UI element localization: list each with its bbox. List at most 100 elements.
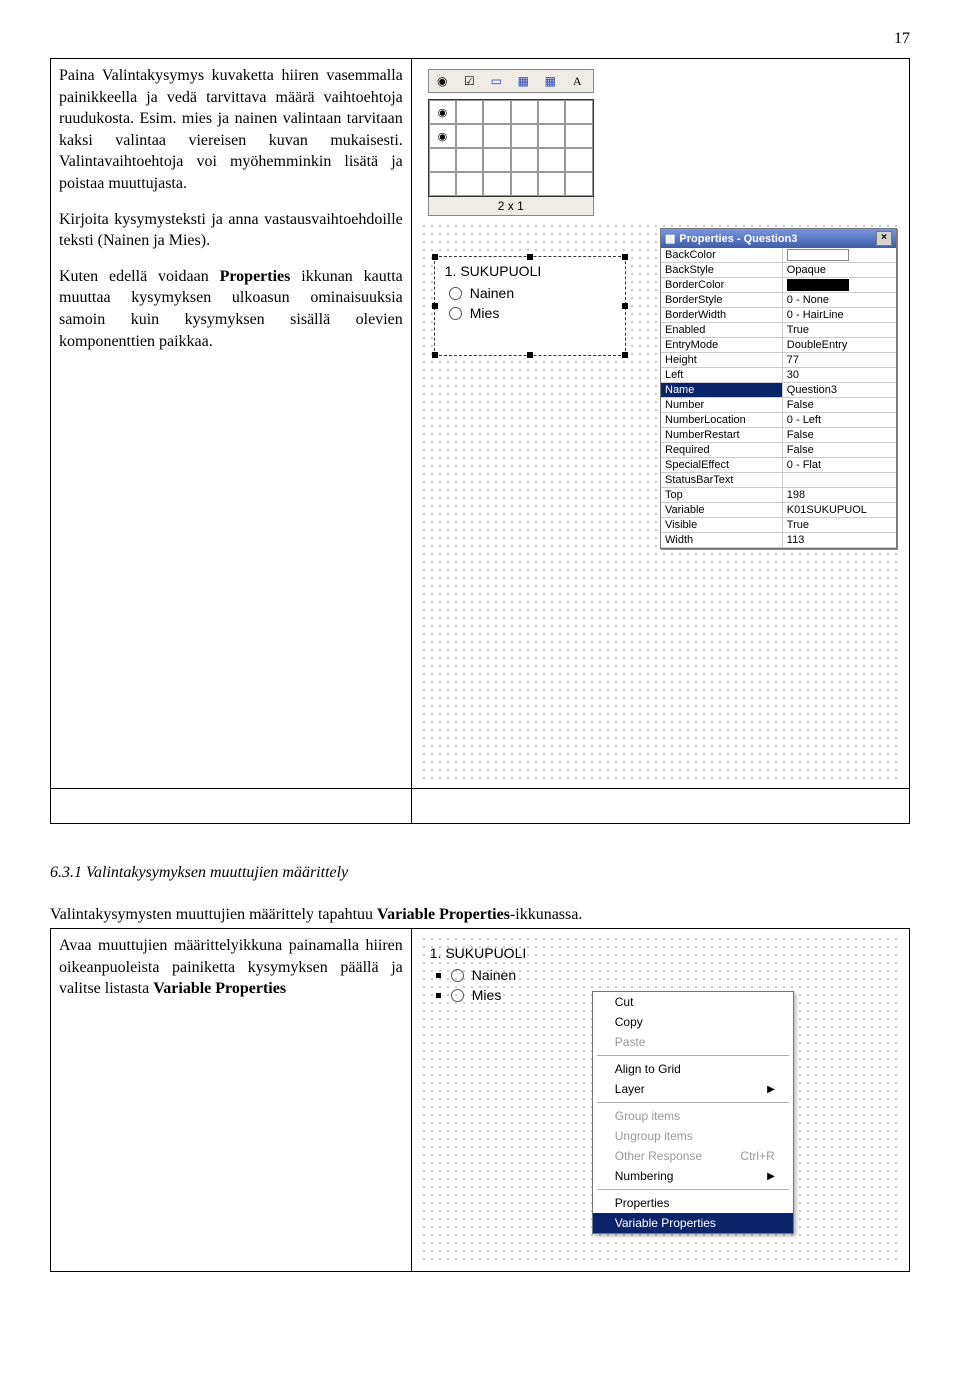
option-nainen-2[interactable]: Nainen [430,965,526,985]
property-value[interactable] [783,473,896,487]
resize-handle[interactable] [622,254,628,260]
control-toolbox: ◉ ☑ ▭ ▦ ▦ A ◉ ◉ [428,69,594,216]
radio-icon [451,989,464,1002]
property-value[interactable]: 198 [783,488,896,502]
option-nainen[interactable]: Nainen [435,283,625,303]
textbox-tool-icon[interactable]: ▭ [483,70,510,92]
picker-cell[interactable]: ◉ [429,100,456,124]
property-value[interactable] [783,248,896,262]
property-value[interactable]: 30 [783,368,896,382]
property-row-variable[interactable]: VariableK01SUKUPUOL [661,503,896,518]
resize-handle[interactable] [622,303,628,309]
property-name: Left [661,368,783,382]
property-value[interactable]: 0 - None [783,293,896,307]
option-mies[interactable]: Mies [435,303,625,323]
property-row-entrymode[interactable]: EntryModeDoubleEntry [661,338,896,353]
property-value[interactable] [783,278,896,292]
resize-handle[interactable] [622,352,628,358]
spacer-cell [411,789,909,824]
resize-handle[interactable] [527,254,533,260]
menu-group-items: Group items [593,1106,793,1126]
property-name: SpecialEffect [661,458,783,472]
property-value[interactable]: 0 - HairLine [783,308,896,322]
menu-align-to-grid[interactable]: Align to Grid [593,1059,793,1079]
property-row-statusbartext[interactable]: StatusBarText [661,473,896,488]
color-swatch [787,279,849,291]
property-value[interactable]: DoubleEntry [783,338,896,352]
grid1-tool-icon[interactable]: ▦ [510,70,537,92]
property-row-name[interactable]: NameQuestion3 [661,383,896,398]
radio-icon [449,307,462,320]
toolbox-row: ◉ ☑ ▭ ▦ ▦ A [428,69,594,93]
menu-cut[interactable]: Cut [593,992,793,1012]
properties-icon: ▦ [665,232,675,245]
dimension-picker[interactable]: ◉ ◉ [428,99,594,197]
checkbox-tool-icon[interactable]: ☑ [456,70,483,92]
property-value[interactable]: K01SUKUPUOL [783,503,896,517]
property-row-specialeffect[interactable]: SpecialEffect0 - Flat [661,458,896,473]
property-row-numberlocation[interactable]: NumberLocation0 - Left [661,413,896,428]
resize-handle[interactable] [436,993,441,998]
property-name: Top [661,488,783,502]
property-name: BorderStyle [661,293,783,307]
question-control[interactable]: 1. SUKUPUOLI Nainen Mies [434,256,626,356]
picker-cell[interactable]: ◉ [429,124,456,148]
property-name: BackColor [661,248,783,262]
figure-1-text: Paina Valintakysymys kuvaketta hiiren va… [51,59,412,789]
property-row-height[interactable]: Height77 [661,353,896,368]
question-control-2[interactable]: 1. SUKUPUOLI Nainen Mies [430,943,526,1005]
resize-handle[interactable] [436,973,441,978]
resize-handle[interactable] [432,254,438,260]
property-value[interactable]: False [783,443,896,457]
property-row-enabled[interactable]: EnabledTrue [661,323,896,338]
property-row-backcolor[interactable]: BackColor [661,248,896,263]
menu-separator [597,1102,789,1103]
body-paragraph: Valintakysymysten muuttujien määrittely … [50,906,910,924]
property-row-backstyle[interactable]: BackStyleOpaque [661,263,896,278]
property-row-left[interactable]: Left30 [661,368,896,383]
menu-ungroup-items: Ungroup items [593,1126,793,1146]
resize-handle[interactable] [527,352,533,358]
question-title: 1. SUKUPUOLI [435,257,625,283]
page-number: 17 [50,30,910,48]
form-designer-canvas-2[interactable]: 1. SUKUPUOLI Nainen Mies Cut Copy Paste … [420,935,901,1265]
property-value[interactable]: 0 - Left [783,413,896,427]
grid2-tool-icon[interactable]: ▦ [537,70,564,92]
property-value[interactable]: True [783,518,896,532]
property-value[interactable]: False [783,398,896,412]
menu-numbering[interactable]: Numbering▶ [593,1166,793,1186]
property-row-top[interactable]: Top198 [661,488,896,503]
submenu-arrow-icon: ▶ [767,1084,775,1095]
property-row-borderwidth[interactable]: BorderWidth0 - HairLine [661,308,896,323]
option-mies-2[interactable]: Mies [430,985,526,1005]
menu-separator [597,1189,789,1190]
property-row-borderstyle[interactable]: BorderStyle0 - None [661,293,896,308]
close-icon[interactable]: × [876,231,892,246]
resize-handle[interactable] [432,303,438,309]
menu-copy[interactable]: Copy [593,1012,793,1032]
property-value[interactable]: False [783,428,896,442]
property-row-numberrestart[interactable]: NumberRestartFalse [661,428,896,443]
properties-panel: ▦ Properties - Question3 × BackColorBack… [660,228,897,549]
form-designer-canvas[interactable]: 1. SUKUPUOLI Nainen Mies ▦ Properties - … [420,222,901,782]
label-tool-icon[interactable]: A [564,70,591,92]
property-row-required[interactable]: RequiredFalse [661,443,896,458]
properties-titlebar[interactable]: ▦ Properties - Question3 × [661,229,896,248]
property-value[interactable]: Question3 [783,383,896,397]
section-heading: 6.3.1 Valintakysymyksen muuttujien määri… [50,864,910,882]
property-name: Visible [661,518,783,532]
property-row-bordercolor[interactable]: BorderColor [661,278,896,293]
menu-layer[interactable]: Layer▶ [593,1079,793,1099]
property-row-width[interactable]: Width113 [661,533,896,548]
property-row-number[interactable]: NumberFalse [661,398,896,413]
property-value[interactable]: 77 [783,353,896,367]
property-value[interactable]: 0 - Flat [783,458,896,472]
resize-handle[interactable] [432,352,438,358]
radio-tool-icon[interactable]: ◉ [429,70,456,92]
property-row-visible[interactable]: VisibleTrue [661,518,896,533]
menu-variable-properties[interactable]: Variable Properties [593,1213,793,1233]
menu-properties[interactable]: Properties [593,1193,793,1213]
property-value[interactable]: 113 [783,533,896,547]
property-value[interactable]: Opaque [783,263,896,277]
property-value[interactable]: True [783,323,896,337]
